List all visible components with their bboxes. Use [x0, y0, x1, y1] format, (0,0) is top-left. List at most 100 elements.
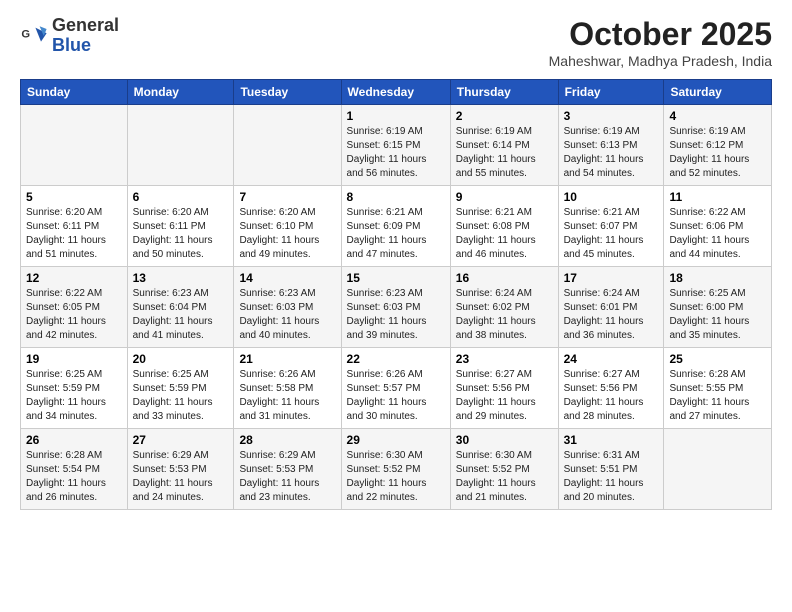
calendar-cell: 6 Sunrise: 6:20 AMSunset: 6:11 PMDaylight…	[127, 186, 234, 267]
day-info: Sunrise: 6:21 AMSunset: 6:07 PMDaylight:…	[564, 206, 659, 262]
day-number: 25	[669, 352, 766, 366]
day-info: Sunrise: 6:25 AMSunset: 6:00 PMDaylight:…	[669, 287, 766, 343]
day-info: Sunrise: 6:26 AMSunset: 5:58 PMDaylight:…	[239, 368, 335, 424]
day-number: 14	[239, 271, 335, 285]
calendar-cell: 12Sunrise: 6:22 AMSunset: 6:05 PMDayligh…	[21, 267, 128, 348]
day-info: Sunrise: 6:25 AMSunset: 5:59 PMDaylight:…	[133, 368, 229, 424]
day-info: Sunrise: 6:20 AMSunset: 6:11 PMDaylight:…	[133, 206, 229, 262]
day-number: 12	[26, 271, 122, 285]
day-number: 13	[133, 271, 229, 285]
day-info: Sunrise: 6:26 AMSunset: 5:57 PMDaylight:…	[347, 368, 445, 424]
day-number: 10	[564, 190, 659, 204]
calendar-table: SundayMondayTuesdayWednesdayThursdayFrid…	[20, 79, 772, 510]
day-number: 29	[347, 433, 445, 447]
logo-icon: G	[20, 22, 48, 50]
calendar-cell: 10 Sunrise: 6:21 AMSunset: 6:07 PMDayligh…	[558, 186, 664, 267]
day-number: 20	[133, 352, 229, 366]
calendar-cell: 21 Sunrise: 6:26 AMSunset: 5:58 PMDayligh…	[234, 348, 341, 429]
day-number: 28	[239, 433, 335, 447]
main-container: G General Blue October 2025 Maheshwar, M…	[0, 0, 792, 520]
calendar-cell	[21, 105, 128, 186]
day-info: Sunrise: 6:20 AMSunset: 6:10 PMDaylight:…	[239, 206, 335, 262]
day-info: Sunrise: 6:21 AMSunset: 6:09 PMDaylight:…	[347, 206, 445, 262]
day-number: 22	[347, 352, 445, 366]
day-number: 30	[456, 433, 553, 447]
week-row-3: 12Sunrise: 6:22 AMSunset: 6:05 PMDayligh…	[21, 267, 772, 348]
calendar-cell: 9Sunrise: 6:21 AMSunset: 6:08 PMDaylight…	[450, 186, 558, 267]
calendar-cell: 30 Sunrise: 6:30 AMSunset: 5:52 PMDayligh…	[450, 429, 558, 510]
week-row-1: 1Sunrise: 6:19 AMSunset: 6:15 PMDaylight…	[21, 105, 772, 186]
day-number: 24	[564, 352, 659, 366]
svg-text:G: G	[21, 28, 30, 40]
calendar-cell: 22 Sunrise: 6:26 AMSunset: 5:57 PMDayligh…	[341, 348, 450, 429]
day-info: Sunrise: 6:29 AMSunset: 5:53 PMDaylight:…	[239, 449, 335, 505]
day-info: Sunrise: 6:23 AMSunset: 6:03 PMDaylight:…	[239, 287, 335, 343]
calendar-cell: 13 Sunrise: 6:23 AMSunset: 6:04 PMDayligh…	[127, 267, 234, 348]
weekday-header-wednesday: Wednesday	[341, 80, 450, 105]
day-info: Sunrise: 6:27 AMSunset: 5:56 PMDaylight:…	[564, 368, 659, 424]
weekday-header-sunday: Sunday	[21, 80, 128, 105]
day-info: Sunrise: 6:19 AMSunset: 6:12 PMDaylight:…	[669, 125, 766, 181]
weekday-header-thursday: Thursday	[450, 80, 558, 105]
month-title: October 2025	[549, 16, 772, 53]
calendar-cell: 29 Sunrise: 6:30 AMSunset: 5:52 PMDayligh…	[341, 429, 450, 510]
day-info: Sunrise: 6:20 AMSunset: 6:11 PMDaylight:…	[26, 206, 122, 262]
day-number: 5	[26, 190, 122, 204]
calendar-cell: 27 Sunrise: 6:29 AMSunset: 5:53 PMDayligh…	[127, 429, 234, 510]
day-number: 21	[239, 352, 335, 366]
logo: G General Blue	[20, 16, 119, 56]
day-info: Sunrise: 6:24 AMSunset: 6:01 PMDaylight:…	[564, 287, 659, 343]
calendar-cell: 8Sunrise: 6:21 AMSunset: 6:09 PMDaylight…	[341, 186, 450, 267]
calendar-cell: 5 Sunrise: 6:20 AMSunset: 6:11 PMDaylight…	[21, 186, 128, 267]
day-number: 7	[239, 190, 335, 204]
weekday-header-friday: Friday	[558, 80, 664, 105]
calendar-cell: 20 Sunrise: 6:25 AMSunset: 5:59 PMDayligh…	[127, 348, 234, 429]
logo-general-text: General	[52, 15, 119, 35]
day-number: 27	[133, 433, 229, 447]
header: G General Blue October 2025 Maheshwar, M…	[20, 16, 772, 69]
calendar-cell: 18Sunrise: 6:25 AMSunset: 6:00 PMDayligh…	[664, 267, 772, 348]
day-number: 26	[26, 433, 122, 447]
day-info: Sunrise: 6:30 AMSunset: 5:52 PMDaylight:…	[347, 449, 445, 505]
calendar-cell: 7 Sunrise: 6:20 AMSunset: 6:10 PMDaylight…	[234, 186, 341, 267]
location-text: Maheshwar, Madhya Pradesh, India	[549, 53, 772, 69]
day-info: Sunrise: 6:23 AMSunset: 6:03 PMDaylight:…	[347, 287, 445, 343]
calendar-cell: 15 Sunrise: 6:23 AMSunset: 6:03 PMDayligh…	[341, 267, 450, 348]
calendar-cell: 4Sunrise: 6:19 AMSunset: 6:12 PMDaylight…	[664, 105, 772, 186]
day-info: Sunrise: 6:19 AMSunset: 6:15 PMDaylight:…	[347, 125, 445, 181]
day-number: 17	[564, 271, 659, 285]
calendar-cell: 26 Sunrise: 6:28 AMSunset: 5:54 PMDayligh…	[21, 429, 128, 510]
day-info: Sunrise: 6:29 AMSunset: 5:53 PMDaylight:…	[133, 449, 229, 505]
week-row-5: 26 Sunrise: 6:28 AMSunset: 5:54 PMDayligh…	[21, 429, 772, 510]
logo-blue-text: Blue	[52, 35, 91, 55]
weekday-header-monday: Monday	[127, 80, 234, 105]
calendar-cell: 31Sunrise: 6:31 AMSunset: 5:51 PMDayligh…	[558, 429, 664, 510]
title-block: October 2025 Maheshwar, Madhya Pradesh, …	[549, 16, 772, 69]
calendar-cell: 24 Sunrise: 6:27 AMSunset: 5:56 PMDayligh…	[558, 348, 664, 429]
calendar-cell: 25 Sunrise: 6:28 AMSunset: 5:55 PMDayligh…	[664, 348, 772, 429]
day-number: 2	[456, 109, 553, 123]
day-number: 6	[133, 190, 229, 204]
calendar-cell: 16Sunrise: 6:24 AMSunset: 6:02 PMDayligh…	[450, 267, 558, 348]
weekday-header-tuesday: Tuesday	[234, 80, 341, 105]
calendar-cell: 1Sunrise: 6:19 AMSunset: 6:15 PMDaylight…	[341, 105, 450, 186]
day-info: Sunrise: 6:28 AMSunset: 5:55 PMDaylight:…	[669, 368, 766, 424]
calendar-cell	[664, 429, 772, 510]
day-number: 11	[669, 190, 766, 204]
day-number: 15	[347, 271, 445, 285]
day-info: Sunrise: 6:28 AMSunset: 5:54 PMDaylight:…	[26, 449, 122, 505]
day-info: Sunrise: 6:25 AMSunset: 5:59 PMDaylight:…	[26, 368, 122, 424]
day-info: Sunrise: 6:19 AMSunset: 6:14 PMDaylight:…	[456, 125, 553, 181]
calendar-cell: 3Sunrise: 6:19 AMSunset: 6:13 PMDaylight…	[558, 105, 664, 186]
day-info: Sunrise: 6:21 AMSunset: 6:08 PMDaylight:…	[456, 206, 553, 262]
calendar-cell	[234, 105, 341, 186]
day-info: Sunrise: 6:31 AMSunset: 5:51 PMDaylight:…	[564, 449, 659, 505]
week-row-4: 19Sunrise: 6:25 AMSunset: 5:59 PMDayligh…	[21, 348, 772, 429]
calendar-cell: 17 Sunrise: 6:24 AMSunset: 6:01 PMDayligh…	[558, 267, 664, 348]
calendar-cell: 23Sunrise: 6:27 AMSunset: 5:56 PMDayligh…	[450, 348, 558, 429]
day-info: Sunrise: 6:30 AMSunset: 5:52 PMDaylight:…	[456, 449, 553, 505]
weekday-header-row: SundayMondayTuesdayWednesdayThursdayFrid…	[21, 80, 772, 105]
day-info: Sunrise: 6:19 AMSunset: 6:13 PMDaylight:…	[564, 125, 659, 181]
day-info: Sunrise: 6:23 AMSunset: 6:04 PMDaylight:…	[133, 287, 229, 343]
day-number: 23	[456, 352, 553, 366]
